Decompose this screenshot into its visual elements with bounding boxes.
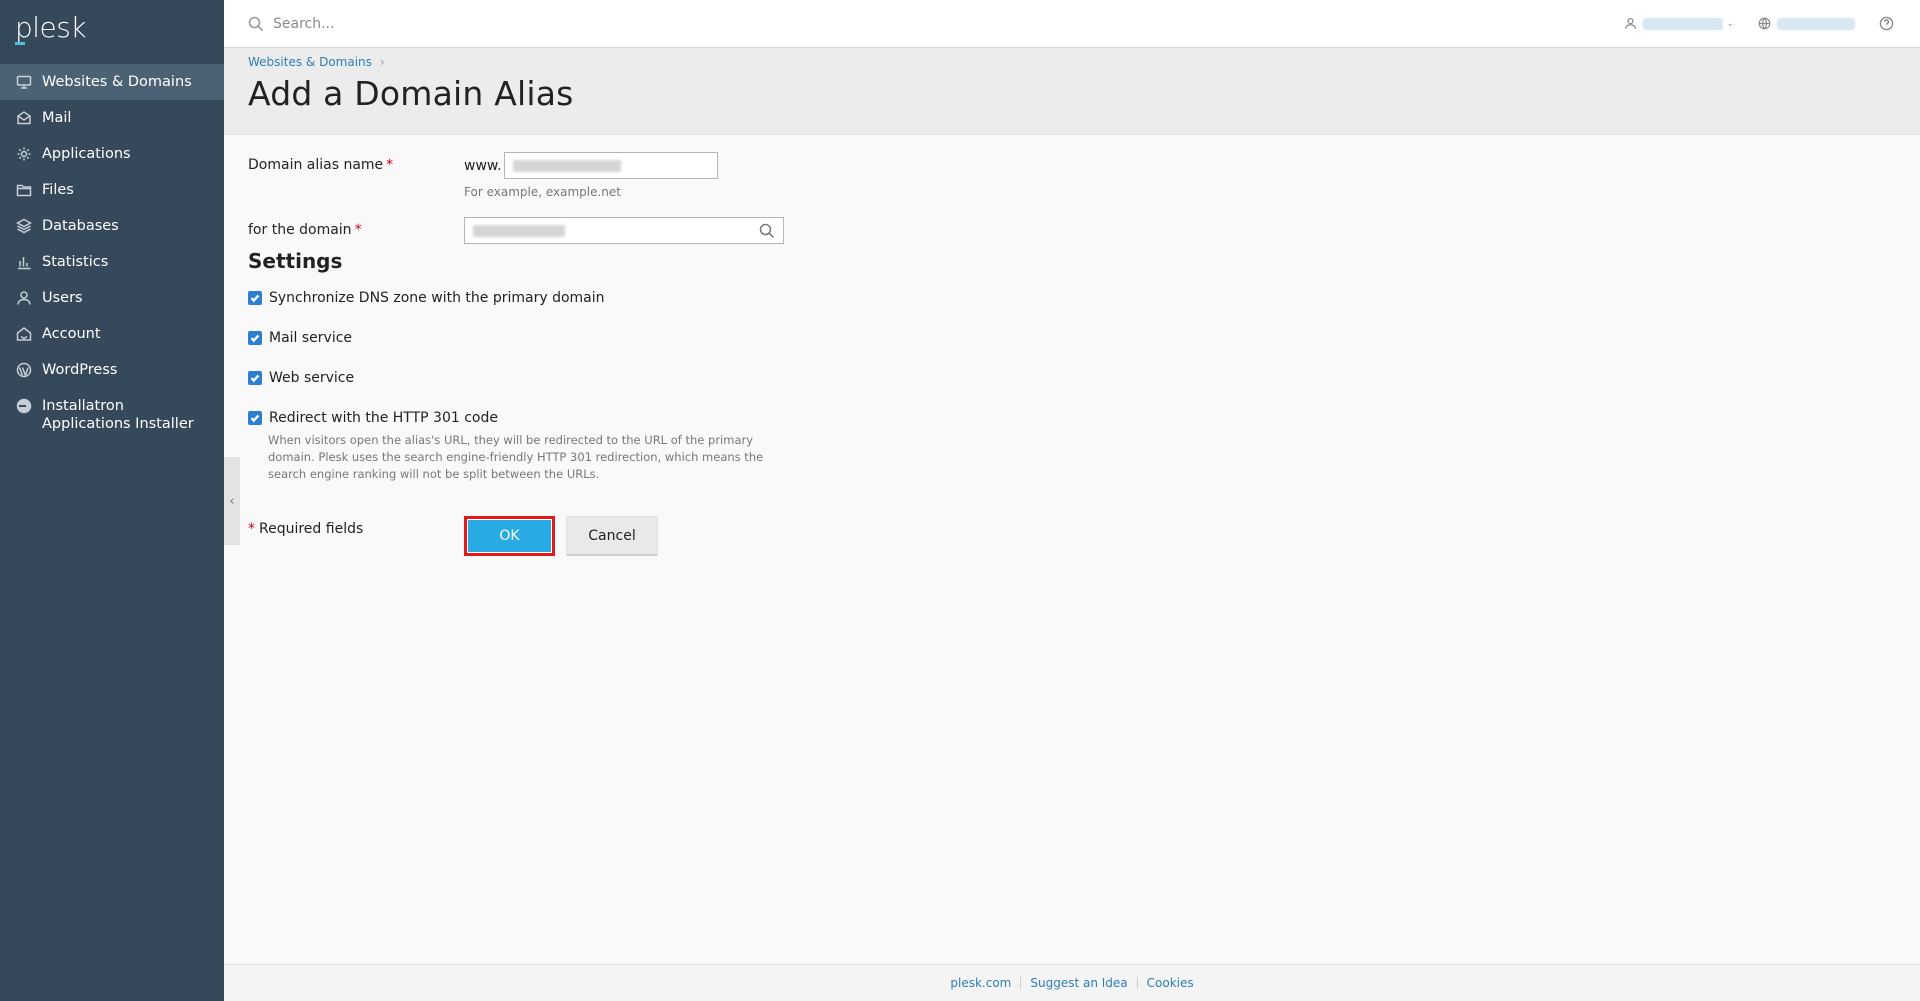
alias-name-label: Domain alias name * <box>248 157 393 173</box>
settings-heading: Settings <box>248 249 343 273</box>
redirect-301-checkbox[interactable] <box>248 411 262 425</box>
web-service-option[interactable]: Web service <box>248 370 354 386</box>
mail-service-label: Mail service <box>269 330 353 346</box>
help-icon <box>1879 16 1894 31</box>
sidebar-item-applications[interactable]: Applications <box>0 136 224 172</box>
cancel-button[interactable]: Cancel <box>566 516 658 556</box>
sidebar-item-label: Files <box>42 182 74 198</box>
sidebar-nav: Websites & Domains Mail Applications Fil… <box>0 64 224 442</box>
global-search <box>224 15 1600 32</box>
search-icon <box>248 16 264 31</box>
required-fields-text: Required fields <box>259 521 364 537</box>
ok-button[interactable]: OK <box>464 516 555 556</box>
footer-link-suggest-idea[interactable]: Suggest an Idea <box>1021 976 1136 990</box>
installatron-icon <box>15 397 33 415</box>
footer-link-cookies[interactable]: Cookies <box>1138 976 1203 990</box>
sidebar-item-label: Installatron Applications Installer <box>42 398 194 432</box>
envelope-icon <box>15 109 33 127</box>
domain-select[interactable] <box>464 217 784 244</box>
checkmark-icon <box>250 334 260 343</box>
sidebar-item-installatron[interactable]: Installatron Applications Installer <box>0 388 224 442</box>
alias-value-redacted <box>513 159 621 172</box>
page-title: Add a Domain Alias <box>248 74 574 113</box>
domain-label-text: for the domain <box>248 222 352 238</box>
sidebar-item-mail[interactable]: Mail <box>0 100 224 136</box>
domain-label: for the domain * <box>248 222 362 238</box>
sidebar-item-label: Databases <box>42 218 119 234</box>
mail-service-checkbox[interactable] <box>248 331 262 345</box>
sidebar-item-label: Websites & Domains <box>42 74 192 90</box>
redirect-301-option[interactable]: Redirect with the HTTP 301 code <box>248 410 498 426</box>
redirect-301-label: Redirect with the HTTP 301 code <box>269 410 498 426</box>
sidebar-item-label: Mail <box>42 110 72 126</box>
sidebar-item-account[interactable]: Account <box>0 316 224 352</box>
checkmark-icon <box>250 294 260 303</box>
search-icon <box>759 223 775 238</box>
breadcrumb: Websites & Domains › <box>248 55 1920 69</box>
alias-name-label-text: Domain alias name <box>248 157 384 173</box>
logo-text: plesk <box>15 11 87 44</box>
web-service-checkbox[interactable] <box>248 371 262 385</box>
sync-dns-checkbox[interactable] <box>248 291 262 305</box>
checkmark-icon <box>250 374 260 383</box>
chevron-left-icon: ‹ <box>229 493 235 509</box>
sidebar-item-wordpress[interactable]: WordPress <box>0 352 224 388</box>
sidebar-item-statistics[interactable]: Statistics <box>0 244 224 280</box>
user-icon <box>15 289 33 307</box>
footer: plesk.com Suggest an Idea Cookies <box>224 964 1920 1001</box>
sidebar-item-label: WordPress <box>42 362 118 378</box>
help-button[interactable] <box>1879 16 1894 31</box>
alias-hint: For example, example.net <box>464 185 622 199</box>
user-icon <box>1625 18 1637 29</box>
sidebar-item-label: Statistics <box>42 254 109 270</box>
checkmark-icon <box>250 414 260 423</box>
wordpress-icon <box>15 361 33 379</box>
topbar: ⌄ <box>224 0 1920 48</box>
monitor-icon <box>15 73 33 91</box>
alias-name-input[interactable] <box>504 152 718 179</box>
sidebar-item-label: Account <box>42 326 101 342</box>
domain-value-redacted <box>473 224 565 237</box>
sidebar-item-files[interactable]: Files <box>0 172 224 208</box>
globe-icon <box>1758 17 1771 30</box>
username-redacted <box>1643 17 1724 30</box>
subscription-redacted <box>1777 17 1855 30</box>
mail-service-option[interactable]: Mail service <box>248 330 352 346</box>
gear-icon <box>15 145 33 163</box>
sidebar-collapse-handle[interactable]: ‹ <box>224 457 240 545</box>
sidebar-item-databases[interactable]: Databases <box>0 208 224 244</box>
footer-link-plesk-com[interactable]: plesk.com <box>941 976 1020 990</box>
subscription-menu[interactable] <box>1758 17 1855 30</box>
layers-icon <box>15 217 33 235</box>
required-fields-note: * Required fields <box>248 521 363 537</box>
required-mark: * <box>354 222 362 238</box>
breadcrumb-link-websites-domains[interactable]: Websites & Domains <box>248 55 372 69</box>
required-mark: * <box>248 521 255 537</box>
sidebar-item-label: Applications <box>42 146 131 162</box>
bar-chart-icon <box>15 253 33 271</box>
www-prefix: www. <box>464 158 502 174</box>
sidebar: plesk Websites & Domains Mail Applicatio… <box>0 0 224 1001</box>
page-header: Websites & Domains › Add a Domain Alias <box>224 48 1920 135</box>
plesk-logo[interactable]: plesk <box>0 0 224 64</box>
chevron-right-icon: › <box>379 55 385 69</box>
user-menu[interactable]: ⌄ <box>1624 17 1734 30</box>
sidebar-item-websites-domains[interactable]: Websites & Domains <box>0 64 224 100</box>
folder-icon <box>15 181 33 199</box>
redirect-description: When visitors open the alias's URL, they… <box>268 433 764 481</box>
required-mark: * <box>386 157 394 173</box>
account-icon <box>15 325 33 343</box>
topbar-actions: ⌄ <box>1600 16 1920 31</box>
sync-dns-option[interactable]: Synchronize DNS zone with the primary do… <box>248 290 605 306</box>
search-input[interactable] <box>273 15 673 32</box>
sidebar-item-label: Users <box>42 290 83 306</box>
sync-dns-label: Synchronize DNS zone with the primary do… <box>269 290 605 306</box>
logo-accent <box>15 42 25 45</box>
chevron-down-icon: ⌄ <box>1726 18 1734 29</box>
web-service-label: Web service <box>269 370 355 386</box>
sidebar-item-users[interactable]: Users <box>0 280 224 316</box>
